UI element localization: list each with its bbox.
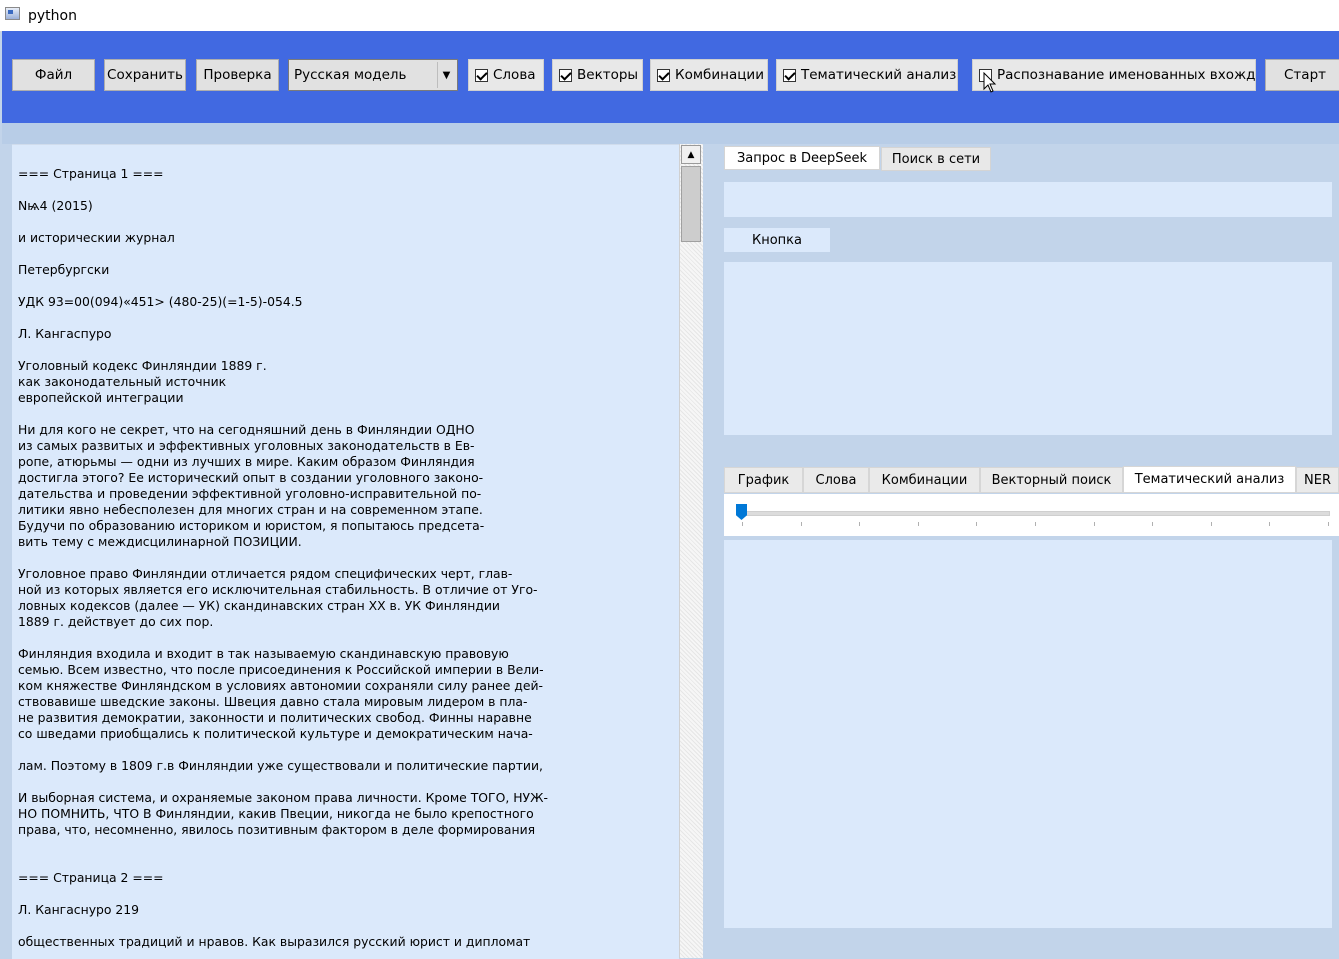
submit-button[interactable]: Кнопка — [724, 228, 830, 252]
scrollbar-thumb[interactable] — [681, 166, 701, 242]
doc-line: не развития демократии, законности и пол… — [18, 710, 532, 725]
topic-slider[interactable] — [724, 494, 1339, 536]
doc-line: Ни для кого не секрет, что на сегодняшни… — [18, 422, 475, 437]
doc-line: ной из которых является его исключительн… — [18, 582, 538, 597]
analysis-output-area — [724, 540, 1332, 928]
doc-line: ловных кодексов (далее — УК) скандинавск… — [18, 598, 500, 613]
tab-thematic-analysis[interactable]: Тематический анализ — [1123, 466, 1296, 493]
slider-tick — [1035, 522, 1036, 526]
ner-checkbox[interactable]: Распознавание именованных вхождени — [972, 59, 1256, 91]
tab-combinations[interactable]: Комбинации — [869, 467, 980, 493]
doc-line: достигла этого? Ее исторический опыт в с… — [18, 470, 484, 485]
slider-tick — [742, 522, 743, 526]
document-text-area[interactable]: === Страница 1 === Nѩ4 (2015) и историчe… — [12, 144, 679, 959]
doc-line: общественных традиций и нравов. Как выра… — [18, 934, 531, 949]
doc-line: семью. Всем известно, что после присоеди… — [18, 662, 544, 677]
doc-line: === Страница 1 === — [18, 166, 164, 181]
window-title: python — [28, 8, 77, 24]
tab-deepseek-query[interactable]: Запрос в DeepSeek — [724, 146, 880, 170]
doc-line: Будучи по образованию историком и юристо… — [18, 518, 485, 533]
doc-line: лам. Поэтому в 1809 г.в Финляндии уже су… — [18, 758, 543, 773]
combinations-checkbox[interactable]: Комбинации — [650, 59, 768, 91]
doc-line: Л. Кангаснуро 219 — [18, 902, 140, 917]
model-select[interactable]: Русская модель ▼ — [288, 59, 458, 91]
tab-web-search[interactable]: Поиск в сети — [881, 147, 991, 171]
tab-words[interactable]: Слова — [803, 467, 869, 493]
doc-line: === Страница 2 === — [18, 870, 164, 885]
analysis-tabs: График Слова Комбинации Векторный поиск … — [724, 466, 1339, 493]
chevron-down-icon[interactable]: ▼ — [437, 62, 455, 88]
doc-line: Уголовное право Финляндии отличается ряд… — [18, 566, 513, 581]
checkbox-checked-icon — [559, 68, 572, 82]
tab-ner[interactable]: NER — [1296, 467, 1339, 493]
checkbox-checked-icon — [783, 68, 796, 82]
doc-line: 1889 г. действует до сих пор. — [18, 614, 214, 629]
start-button[interactable]: Старт — [1265, 59, 1339, 91]
doc-line: ствовавише шведские законы. Швеция давно… — [18, 694, 528, 709]
slider-tick — [859, 522, 861, 526]
slider-tick — [1210, 522, 1212, 526]
thematic-analysis-checkbox[interactable]: Тематический анализ — [776, 59, 958, 91]
slider-tick — [976, 522, 978, 526]
tab-vector-search[interactable]: Векторный поиск — [980, 467, 1123, 493]
toolbar: Файл Сохранить Проверка Русская модель ▼… — [2, 31, 1339, 123]
slider-tick — [800, 522, 802, 526]
checkbox-checked-icon — [657, 68, 670, 82]
slider-handle[interactable] — [736, 504, 747, 520]
doc-line: европейской интеграции — [18, 390, 184, 405]
tab-graph[interactable]: График — [724, 467, 803, 493]
python-app-icon — [5, 7, 20, 20]
doc-line: УДК 93=00(094)«451> (480-25)(=1-5)-054.5 — [18, 294, 303, 309]
slider-tick — [1269, 522, 1271, 526]
document-scrollbar[interactable]: ▲ — [679, 144, 703, 958]
doc-line: права, что, несомненно, явилось позитивн… — [18, 822, 536, 837]
slider-tick — [917, 522, 919, 526]
doc-line: дательства и проведении эффективной угол… — [18, 486, 482, 501]
doc-line: литики явно небесполезен для многих стра… — [18, 502, 483, 517]
thematic-analysis-checkbox-label: Тематический анализ — [801, 67, 957, 83]
check-button[interactable]: Проверка — [196, 59, 279, 91]
doc-line: из самых развитых и эффективных уголовны… — [18, 438, 475, 453]
doc-line: НО ПОМНИТЬ, ЧТО В Финляндии, какив Пвеци… — [18, 806, 534, 821]
doc-line: Петербургски — [18, 262, 110, 277]
file-button[interactable]: Файл — [12, 59, 95, 91]
ner-checkbox-label: Распознавание именованных вхождени — [997, 67, 1256, 83]
toolbar-separator-band — [2, 123, 1339, 144]
doc-line: Nѩ4 (2015) — [18, 198, 93, 213]
vectors-checkbox[interactable]: Векторы — [552, 59, 643, 91]
mouse-cursor-icon — [983, 72, 997, 93]
query-input[interactable] — [724, 182, 1332, 217]
doc-line: Финляндия входила и входит в так называе… — [18, 646, 509, 661]
words-checkbox[interactable]: Слова — [468, 59, 544, 91]
doc-line: как законодательный источник — [18, 374, 227, 389]
slider-tick — [1328, 522, 1329, 526]
slider-track — [738, 511, 1330, 516]
doc-line: ком княжестве Финляндском в условиях авт… — [18, 678, 543, 693]
slider-tick — [1152, 522, 1154, 526]
scroll-up-arrow-icon[interactable]: ▲ — [681, 145, 701, 164]
words-checkbox-label: Слова — [493, 67, 536, 83]
response-output-area[interactable] — [724, 262, 1332, 435]
doc-line: вить тему с междисцилинарной ПОЗИЦИИ. — [18, 534, 302, 549]
model-select-value: Русская модель — [294, 67, 407, 83]
vectors-checkbox-label: Векторы — [577, 67, 639, 83]
doc-line: Уголовный кодекс Финляндии 1889 г. — [18, 358, 267, 373]
doc-line: ропе, атюрьмы — одни из лучших в мире. К… — [18, 454, 475, 469]
doc-line: И выборная система, и охраняемые законом… — [18, 790, 548, 805]
checkbox-checked-icon — [475, 68, 488, 82]
save-button[interactable]: Сохранить — [104, 59, 186, 91]
doc-line: Л. Кангаспуро — [18, 326, 112, 341]
window-titlebar: python — [0, 0, 1339, 32]
slider-tick — [1093, 522, 1095, 526]
doc-line: и историчeскии журнал — [18, 230, 175, 245]
combinations-checkbox-label: Комбинации — [675, 67, 764, 83]
doc-line: со шведами приобщались к политической ку… — [18, 726, 533, 741]
